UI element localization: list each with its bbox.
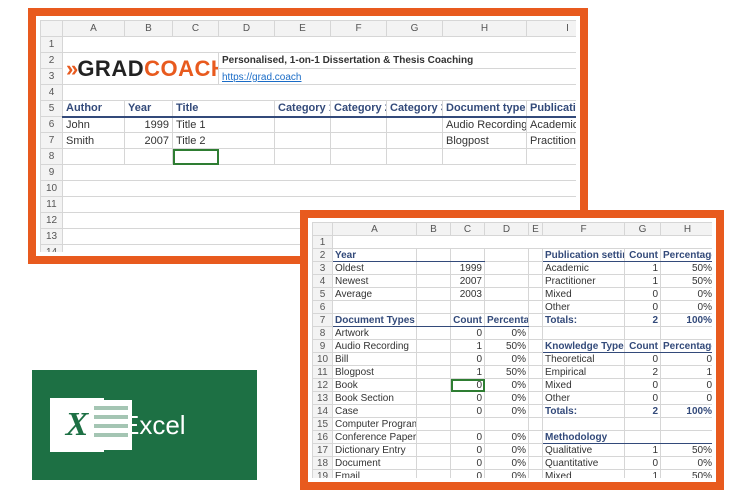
header-row-5[interactable]: 5 Author Year Title Category 1 Category … (41, 101, 577, 117)
hdr-doctype[interactable]: Document type (443, 101, 527, 117)
doctype-title[interactable]: Document Types (333, 314, 417, 327)
excel-badge: X Excel (32, 370, 257, 480)
cell-C6[interactable]: Title 1 (173, 117, 275, 133)
cell-I7[interactable]: Practitioner (527, 133, 577, 149)
colhdr-I[interactable]: I (527, 21, 577, 37)
col-header-row: A B C D E F G H I (41, 21, 577, 37)
knowledge-title[interactable]: Knowledge Type (543, 340, 625, 353)
colhdr-D[interactable]: D (219, 21, 275, 37)
row-8: 8 (41, 149, 577, 165)
selected-cell-C8[interactable] (173, 149, 219, 165)
hdr-cat2[interactable]: Category 2 (331, 101, 387, 117)
data-row-6[interactable]: 6 John 1999 Title 1 Audio Recording Acad… (41, 117, 577, 133)
cell-H6[interactable]: Audio Recording (443, 117, 527, 133)
cell-G6[interactable] (387, 117, 443, 133)
hdr-cat1[interactable]: Category 1 (275, 101, 331, 117)
hdr-pub[interactable]: Publication setting (527, 101, 577, 117)
hdr-title[interactable]: Title (173, 101, 275, 117)
tagline: Personalised, 1-on-1 Dissertation & Thes… (219, 53, 577, 69)
colhdr-C[interactable]: C (173, 21, 219, 37)
methodology-title[interactable]: Methodology (543, 431, 625, 444)
colhdr-B[interactable]: B (125, 21, 173, 37)
row-1: 1 (41, 37, 577, 53)
colhdr-H[interactable]: H (443, 21, 527, 37)
cell-G7[interactable] (387, 133, 443, 149)
colhdr-G[interactable]: G (387, 21, 443, 37)
cell-F6[interactable] (331, 117, 387, 133)
row-9: 9 (41, 165, 577, 181)
logo-part-1: GRAD (77, 56, 144, 81)
cell-I6[interactable]: Academic (527, 117, 577, 133)
cell-E7[interactable] (275, 133, 331, 149)
col-header-row: A B C D E F G H I (313, 223, 713, 236)
pub-pct-h[interactable]: Percentage (661, 249, 713, 262)
cell-B6[interactable]: 1999 (125, 117, 173, 133)
excel-x-glyph: X (66, 406, 89, 444)
cell-A7[interactable]: Smith (63, 133, 125, 149)
colhdr-A[interactable]: A (63, 21, 125, 37)
cell-B7[interactable]: 2007 (125, 133, 173, 149)
logo-cell: » GRADCOACH (63, 53, 219, 85)
pub-title[interactable]: Publication setting (543, 249, 625, 262)
bottom-grid[interactable]: A B C D E F G H I 1 2 Year Publication s… (312, 222, 712, 478)
cell-C7[interactable]: Title 2 (173, 133, 275, 149)
hdr-year[interactable]: Year (125, 101, 173, 117)
excel-sheet-icon (90, 400, 132, 450)
data-row-7[interactable]: 7 Smith 2007 Title 2 Blogpost Practition… (41, 133, 577, 149)
corner-cell[interactable] (41, 21, 63, 37)
colhdr-E[interactable]: E (275, 21, 331, 37)
year-title[interactable]: Year (333, 249, 417, 262)
bottom-spreadsheet-frame: A B C D E F G H I 1 2 Year Publication s… (300, 210, 724, 490)
cell-F7[interactable] (331, 133, 387, 149)
knowledge-totals-label[interactable]: Totals: (543, 405, 625, 418)
bottom-spreadsheet: A B C D E F G H I 1 2 Year Publication s… (312, 222, 712, 478)
cell-E6[interactable] (275, 117, 331, 133)
colhdr-F[interactable]: F (331, 21, 387, 37)
row-4: 4 (41, 85, 577, 101)
pub-totals-label[interactable]: Totals: (543, 314, 625, 327)
selected-cell-C12[interactable]: 0 (451, 379, 485, 392)
logo-part-2: COACH (144, 56, 218, 81)
cell-H7[interactable]: Blogpost (443, 133, 527, 149)
url-link[interactable]: https://grad.coach (219, 69, 577, 85)
pub-count-h[interactable]: Count (625, 249, 661, 262)
hdr-author[interactable]: Author (63, 101, 125, 117)
row-2[interactable]: 2 » GRADCOACH Personalised, 1-on-1 Disse… (41, 53, 577, 69)
row-10: 10 (41, 181, 577, 197)
hdr-cat3[interactable]: Category 3 (387, 101, 443, 117)
cell-A6[interactable]: John (63, 117, 125, 133)
